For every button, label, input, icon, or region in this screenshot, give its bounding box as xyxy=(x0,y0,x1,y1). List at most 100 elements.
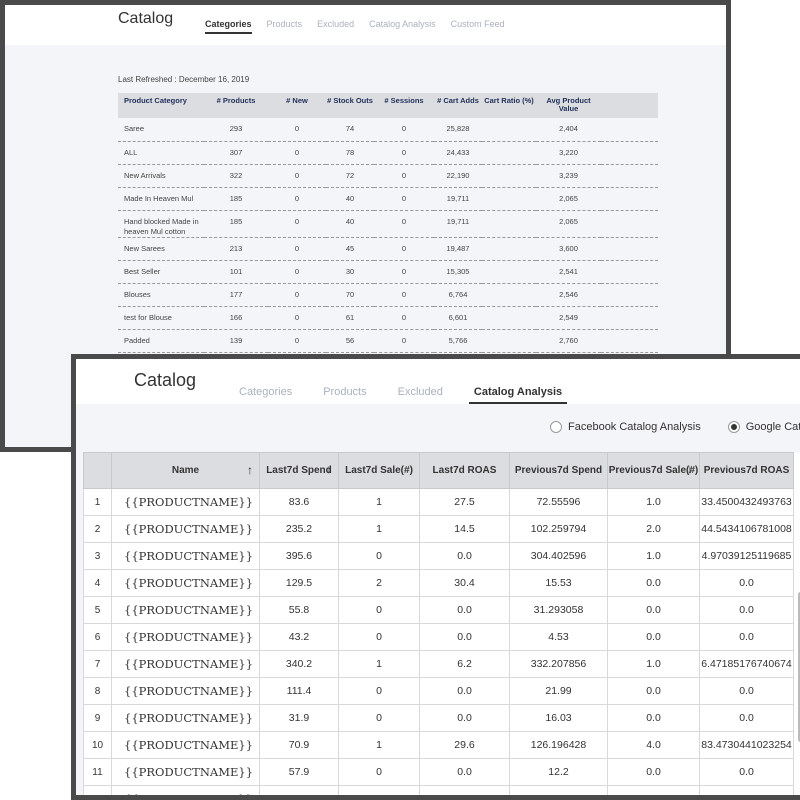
grid-cell[interactable]: 0 xyxy=(338,542,420,570)
table-row[interactable]: test for Blouse 166 0 61 0 6,601 2,549 xyxy=(118,306,658,330)
grid-cell[interactable]: 0.0 xyxy=(607,569,700,597)
grid-cell[interactable]: 126.196428 xyxy=(509,731,608,759)
grid-cell[interactable]: 0.0 xyxy=(607,677,700,705)
column-header-name[interactable]: Name ↑ xyxy=(111,452,260,489)
tab-catalog-analysis[interactable]: Catalog Analysis xyxy=(369,19,436,34)
grid-cell[interactable]: 1 xyxy=(338,515,420,543)
tab-products[interactable]: Products xyxy=(318,386,371,404)
product-name-cell[interactable]: {{PRODUCTNAME}} xyxy=(111,515,260,543)
grid-cell[interactable]: 4.97039125119685 xyxy=(699,542,794,570)
grid-cell[interactable]: 14.5 xyxy=(419,515,510,543)
grid-cell[interactable]: 0.0 xyxy=(419,596,510,624)
tab-custom-feed[interactable]: Custom Feed xyxy=(451,19,505,34)
grid-row[interactable]: 9 {{PRODUCTNAME}} 31.9 0 0.0 16.03 0.0 0.0 xyxy=(83,704,794,732)
grid-cell[interactable]: 0.0 xyxy=(699,623,794,651)
product-name-cell[interactable]: {{PRODUCTNAME}} xyxy=(111,542,260,570)
tab-catalog-analysis[interactable]: Catalog Analysis xyxy=(468,386,568,404)
row-number-header[interactable] xyxy=(83,452,112,489)
product-name-cell[interactable]: {{PRODUCTNAME}} xyxy=(111,758,260,786)
grid-cell[interactable]: 29.6 xyxy=(419,731,510,759)
grid-cell[interactable]: 0 xyxy=(338,758,420,786)
grid-cell[interactable]: 0 xyxy=(338,704,420,732)
column-header-last7d-sale[interactable]: Last7d Sale(#) xyxy=(338,452,420,489)
grid-cell[interactable]: 0 xyxy=(338,596,420,624)
grid-cell[interactable]: 177.106739 xyxy=(509,785,608,795)
grid-cell[interactable]: 0.0 xyxy=(607,596,700,624)
grid-row[interactable]: 4 {{PRODUCTNAME}} 129.5 2 30.4 15.53 0.0 0.0 xyxy=(83,569,794,597)
grid-cell[interactable]: 0.0 xyxy=(699,596,794,624)
radio-option-facebook-catalog-analysis[interactable]: Facebook Catalog Analysis xyxy=(550,421,701,433)
column-header-previous7d-spend[interactable]: Previous7d Spend xyxy=(509,452,608,489)
product-name-cell[interactable]: {{PRODUCTNAME}} xyxy=(111,569,260,597)
product-name-cell[interactable]: {{PRODUCTNAME}} xyxy=(111,488,260,516)
grid-cell[interactable]: 72.55596 xyxy=(509,488,608,516)
grid-cell[interactable]: 0.0 xyxy=(607,623,700,651)
table-row[interactable]: Padded 139 0 56 0 5,766 2,760 xyxy=(118,329,658,353)
grid-cell[interactable]: 1.0 xyxy=(607,650,700,678)
grid-cell[interactable]: 1 xyxy=(338,488,420,516)
column-header-products[interactable]: # Products xyxy=(204,93,268,118)
grid-cell[interactable]: 31.293058 xyxy=(509,596,608,624)
grid-cell[interactable]: 12.2 xyxy=(509,758,608,786)
grid-cell[interactable]: 0.0 xyxy=(419,542,510,570)
grid-cell[interactable]: 16.03 xyxy=(509,704,608,732)
column-header-last7d-roas[interactable]: Last7d ROAS xyxy=(419,452,510,489)
column-header-stock-outs[interactable]: # Stock Outs xyxy=(326,93,374,118)
tab-excluded[interactable]: Excluded xyxy=(393,386,448,404)
grid-cell[interactable]: 33.4500432493763 xyxy=(699,488,794,516)
grid-cell[interactable]: 340.2 xyxy=(259,650,339,678)
grid-row[interactable]: 1 {{PRODUCTNAME}} 83.6 1 27.5 72.55596 1.0 33.4… xyxy=(83,488,794,516)
grid-cell[interactable]: 27.5 xyxy=(419,488,510,516)
grid-cell[interactable]: 0 xyxy=(338,677,420,705)
table-row[interactable]: New Arrivals 322 0 72 0 22,190 3,239 xyxy=(118,164,658,188)
grid-row[interactable]: 10 {{PRODUCTNAME}} 70.9 1 29.6 126.196428 4.0 8… xyxy=(83,731,794,759)
grid-cell[interactable]: 1.0 xyxy=(607,488,700,516)
grid-cell[interactable]: 6.2 xyxy=(419,650,510,678)
sort-ascending-icon[interactable]: ↑ xyxy=(247,464,253,476)
product-name-cell[interactable]: {{PRODUCTNAME}} xyxy=(111,677,260,705)
grid-row[interactable]: 12 {{PRODUCTNAME}} 270.8 1 13.4 177.106739 0.0… xyxy=(83,785,794,795)
grid-cell[interactable]: 4.53 xyxy=(509,623,608,651)
grid-cell[interactable]: 0.0 xyxy=(699,704,794,732)
grid-cell[interactable]: 129.5 xyxy=(259,569,339,597)
grid-cell[interactable]: 83.4730441023254 xyxy=(699,731,794,759)
grid-cell[interactable]: 83.6 xyxy=(259,488,339,516)
column-header-sessions[interactable]: # Sessions xyxy=(374,93,434,118)
tab-excluded[interactable]: Excluded xyxy=(317,19,354,34)
sort-descending-icon[interactable]: ↓ xyxy=(687,463,693,475)
grid-row[interactable]: 3 {{PRODUCTNAME}} 395.6 0 0.0 304.402596 1.0 4.… xyxy=(83,542,794,570)
table-row[interactable]: Saree 293 0 74 0 25,828 2,404 xyxy=(118,118,658,142)
tab-products[interactable]: Products xyxy=(267,19,303,34)
column-header-previous7d-sale[interactable]: Previous7d Sale(#) ↓ xyxy=(607,452,700,489)
grid-cell[interactable]: 304.402596 xyxy=(509,542,608,570)
grid-row[interactable]: 2 {{PRODUCTNAME}} 235.2 1 14.5 102.259794 2.0 4… xyxy=(83,515,794,543)
column-header-cart-ratio[interactable]: Cart Ratio (%) xyxy=(482,93,536,118)
grid-cell[interactable]: 0.0 xyxy=(419,623,510,651)
tab-categories[interactable]: Categories xyxy=(205,19,252,34)
grid-cell[interactable]: 30.4 xyxy=(419,569,510,597)
grid-cell[interactable]: 4.0 xyxy=(607,731,700,759)
product-name-cell[interactable]: {{PRODUCTNAME}} xyxy=(111,704,260,732)
table-row[interactable]: Best Seller 101 0 30 0 15,305 2,541 xyxy=(118,260,658,284)
grid-cell[interactable]: 332.207856 xyxy=(509,650,608,678)
grid-cell[interactable]: 102.259794 xyxy=(509,515,608,543)
grid-cell[interactable]: 0.0 xyxy=(607,785,700,795)
column-header-product-category[interactable]: Product Category xyxy=(118,93,204,118)
grid-cell[interactable]: 0.0 xyxy=(699,569,794,597)
grid-cell[interactable]: 1 xyxy=(338,785,420,795)
table-row[interactable]: Made In Heaven Mul 185 0 40 0 19,711 2,065 xyxy=(118,187,658,211)
column-header-cart-adds[interactable]: # Cart Adds xyxy=(434,93,482,118)
grid-cell[interactable]: 57.9 xyxy=(259,758,339,786)
sort-descending-icon[interactable]: ↓ xyxy=(326,463,332,475)
product-name-cell[interactable]: {{PRODUCTNAME}} xyxy=(111,596,260,624)
table-row[interactable]: ALL 307 0 78 0 24,433 3,220 xyxy=(118,141,658,165)
grid-cell[interactable]: 111.4 xyxy=(259,677,339,705)
product-name-cell[interactable]: {{PRODUCTNAME}} xyxy=(111,623,260,651)
grid-cell[interactable]: 235.2 xyxy=(259,515,339,543)
product-name-cell[interactable]: {{PRODUCTNAME}} xyxy=(111,650,260,678)
grid-cell[interactable]: 0.0 xyxy=(419,704,510,732)
product-name-cell[interactable]: {{PRODUCTNAME}} xyxy=(111,785,260,795)
grid-cell[interactable]: 0 xyxy=(338,623,420,651)
grid-row[interactable]: 7 {{PRODUCTNAME}} 340.2 1 6.2 332.207856 1.0 6.… xyxy=(83,650,794,678)
grid-cell[interactable]: 15.53 xyxy=(509,569,608,597)
